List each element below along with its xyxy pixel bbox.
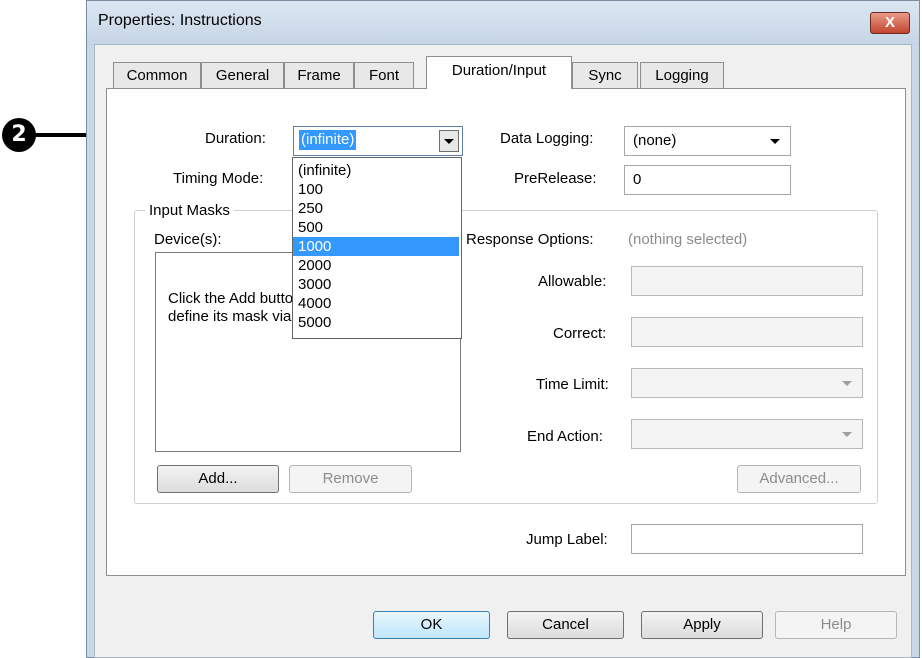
allowable-label: Allowable: bbox=[538, 273, 607, 290]
chevron-down-icon bbox=[770, 139, 780, 144]
time-limit-select[interactable] bbox=[631, 368, 863, 398]
correct-label: Correct: bbox=[553, 325, 607, 342]
tab-font[interactable]: Font bbox=[354, 62, 414, 88]
callout-number-badge: 2 bbox=[2, 118, 36, 152]
duration-select[interactable]: (infinite) bbox=[293, 126, 463, 156]
tab-frame[interactable]: Frame bbox=[284, 62, 354, 88]
end-action-select[interactable] bbox=[631, 419, 863, 449]
tab-duration-input[interactable]: Duration/Input bbox=[426, 56, 572, 89]
window-title: Properties: Instructions bbox=[98, 12, 262, 29]
duration-option[interactable]: 2000 bbox=[293, 256, 459, 275]
apply-button[interactable]: Apply bbox=[641, 611, 763, 639]
close-button[interactable]: X bbox=[870, 12, 910, 34]
duration-option[interactable]: 100 bbox=[293, 180, 459, 199]
duration-selected-value: (infinite) bbox=[299, 130, 357, 150]
duration-option[interactable]: 500 bbox=[293, 218, 459, 237]
prerelease-input[interactable]: 0 bbox=[624, 165, 791, 195]
add-device-button[interactable]: Add... bbox=[157, 465, 279, 493]
input-masks-group-label: Input Masks bbox=[145, 202, 234, 219]
help-button[interactable]: Help bbox=[775, 611, 897, 639]
tab-logging[interactable]: Logging bbox=[640, 62, 724, 88]
chevron-down-icon bbox=[842, 432, 852, 437]
response-options-status: (nothing selected) bbox=[628, 231, 748, 248]
jump-label-label: Jump Label: bbox=[526, 531, 608, 548]
tab-sync[interactable]: Sync bbox=[572, 62, 638, 88]
duration-option[interactable]: 4000 bbox=[293, 294, 459, 313]
duration-dropdown-button[interactable] bbox=[439, 130, 459, 152]
duration-label: Duration: bbox=[205, 130, 266, 147]
duration-option[interactable]: (infinite) bbox=[293, 161, 459, 180]
ok-button[interactable]: OK bbox=[373, 611, 490, 639]
chevron-down-icon bbox=[444, 139, 454, 144]
duration-dropdown-list: (infinite) 100 250 500 1000 2000 3000 40… bbox=[292, 157, 462, 339]
data-logging-select[interactable]: (none) bbox=[624, 126, 791, 156]
duration-option[interactable]: 250 bbox=[293, 199, 459, 218]
advanced-button[interactable]: Advanced... bbox=[737, 465, 861, 493]
tab-common[interactable]: Common bbox=[113, 62, 201, 88]
duration-option[interactable]: 5000 bbox=[293, 313, 459, 332]
chevron-down-icon bbox=[842, 381, 852, 386]
tab-general[interactable]: General bbox=[201, 62, 284, 88]
correct-input[interactable] bbox=[631, 317, 863, 347]
prerelease-label: PreRelease: bbox=[514, 170, 597, 187]
remove-device-button[interactable]: Remove bbox=[289, 465, 412, 493]
end-action-label: End Action: bbox=[527, 428, 603, 445]
jump-label-input[interactable] bbox=[631, 524, 863, 554]
response-options-label: Response Options: bbox=[466, 231, 594, 248]
data-logging-value: (none) bbox=[633, 132, 677, 149]
devices-label: Device(s): bbox=[154, 231, 222, 248]
allowable-input[interactable] bbox=[631, 266, 863, 296]
time-limit-label: Time Limit: bbox=[536, 376, 609, 393]
duration-option-highlighted[interactable]: 1000 bbox=[293, 237, 459, 256]
duration-option[interactable]: 3000 bbox=[293, 275, 459, 294]
cancel-button[interactable]: Cancel bbox=[507, 611, 624, 639]
timing-mode-label: Timing Mode: bbox=[173, 170, 264, 187]
close-icon: X bbox=[884, 14, 895, 31]
data-logging-label: Data Logging: bbox=[500, 130, 594, 147]
